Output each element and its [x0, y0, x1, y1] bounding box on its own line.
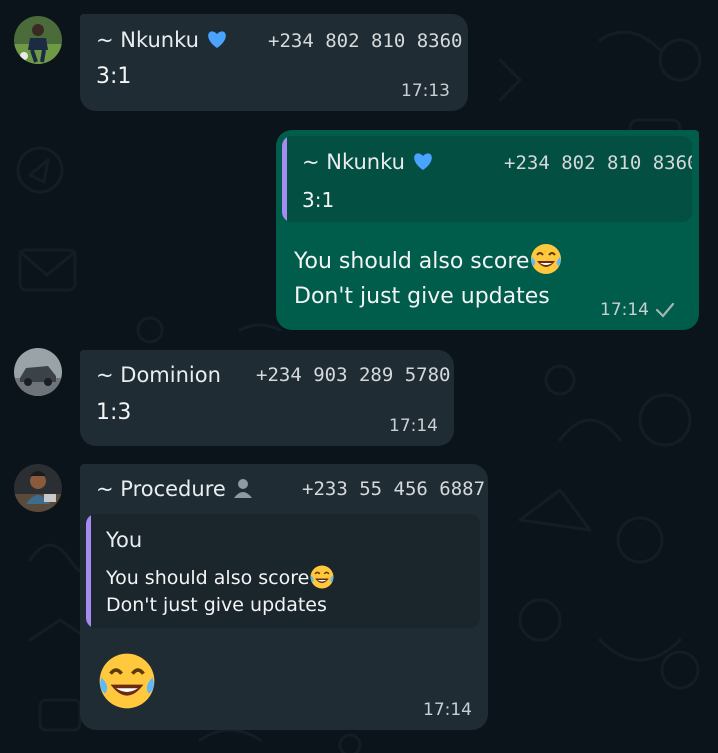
message-line-1-text: You should also score — [294, 249, 530, 274]
message-time: 17:14 — [423, 700, 472, 720]
quoted-message[interactable]: You You should also score Don't just giv… — [86, 514, 480, 628]
message-bubble-incoming[interactable]: ~ Dominion +234 903 289 5780 1:3 17:14 — [80, 350, 454, 446]
face-with-tears-of-joy-icon — [310, 565, 334, 589]
sender-name-text: ~ Nkunku — [96, 28, 199, 52]
quote-accent-bar — [86, 514, 91, 628]
message-text-line-1: You should also score — [294, 242, 563, 276]
message-text: 1:3 — [96, 400, 132, 425]
message-text: 3:1 — [96, 64, 132, 89]
sender-name[interactable]: ~ Dominion — [96, 363, 221, 387]
quote-text-line-1: You should also score — [106, 564, 335, 590]
quote-text-line-2: Don't just give updates — [106, 594, 327, 616]
avatar[interactable] — [14, 348, 62, 396]
avatar[interactable] — [14, 16, 62, 64]
car-avatar-icon — [14, 348, 62, 396]
face-with-tears-of-joy-icon — [99, 653, 155, 709]
single-check-icon — [655, 302, 675, 318]
message-bubble-incoming[interactable]: ~ Procedure +233 55 456 6887 You You sho… — [80, 464, 488, 730]
avatar[interactable] — [14, 464, 62, 512]
message-text-line-2: Don't just give updates — [294, 284, 550, 309]
blue-heart-icon — [413, 153, 432, 170]
message-bubble-outgoing[interactable]: ~ Nkunku +234 802 810 8360 3:1 You shoul… — [276, 130, 699, 330]
sender-name[interactable]: ~ Nkunku — [96, 28, 228, 52]
quote-text: 3:1 — [302, 188, 335, 212]
quote-sender-phone: +234 802 810 8360 — [504, 152, 692, 174]
message-time: 17:14 — [389, 416, 438, 436]
blue-heart-icon — [207, 31, 226, 48]
face-with-tears-of-joy-icon — [531, 244, 562, 274]
sender-phone[interactable]: +234 802 810 8360 — [268, 30, 462, 52]
sender-name[interactable]: ~ Procedure — [96, 477, 254, 501]
message-time: 17:13 — [401, 81, 450, 101]
quote-sender-name: ~ Nkunku — [302, 150, 434, 174]
person-at-desk-avatar-icon — [14, 464, 62, 512]
quote-line-1-text: You should also score — [106, 567, 310, 589]
football-player-avatar-icon — [14, 16, 62, 64]
message-bubble-incoming[interactable]: ~ Nkunku +234 802 810 8360 3:1 17:13 — [80, 14, 468, 111]
quote-sender-text: ~ Nkunku — [302, 150, 405, 174]
quote-sender-name: You — [106, 528, 143, 552]
message-time: 17:14 — [600, 300, 649, 320]
quote-accent-bar — [282, 136, 287, 222]
sender-name-text: ~ Procedure — [96, 477, 226, 501]
bust-silhouette-icon — [234, 479, 253, 498]
sender-phone[interactable]: +234 903 289 5780 — [256, 364, 450, 386]
sender-phone[interactable]: +233 55 456 6887 — [302, 478, 485, 500]
quoted-message[interactable]: ~ Nkunku +234 802 810 8360 3:1 — [282, 136, 692, 222]
